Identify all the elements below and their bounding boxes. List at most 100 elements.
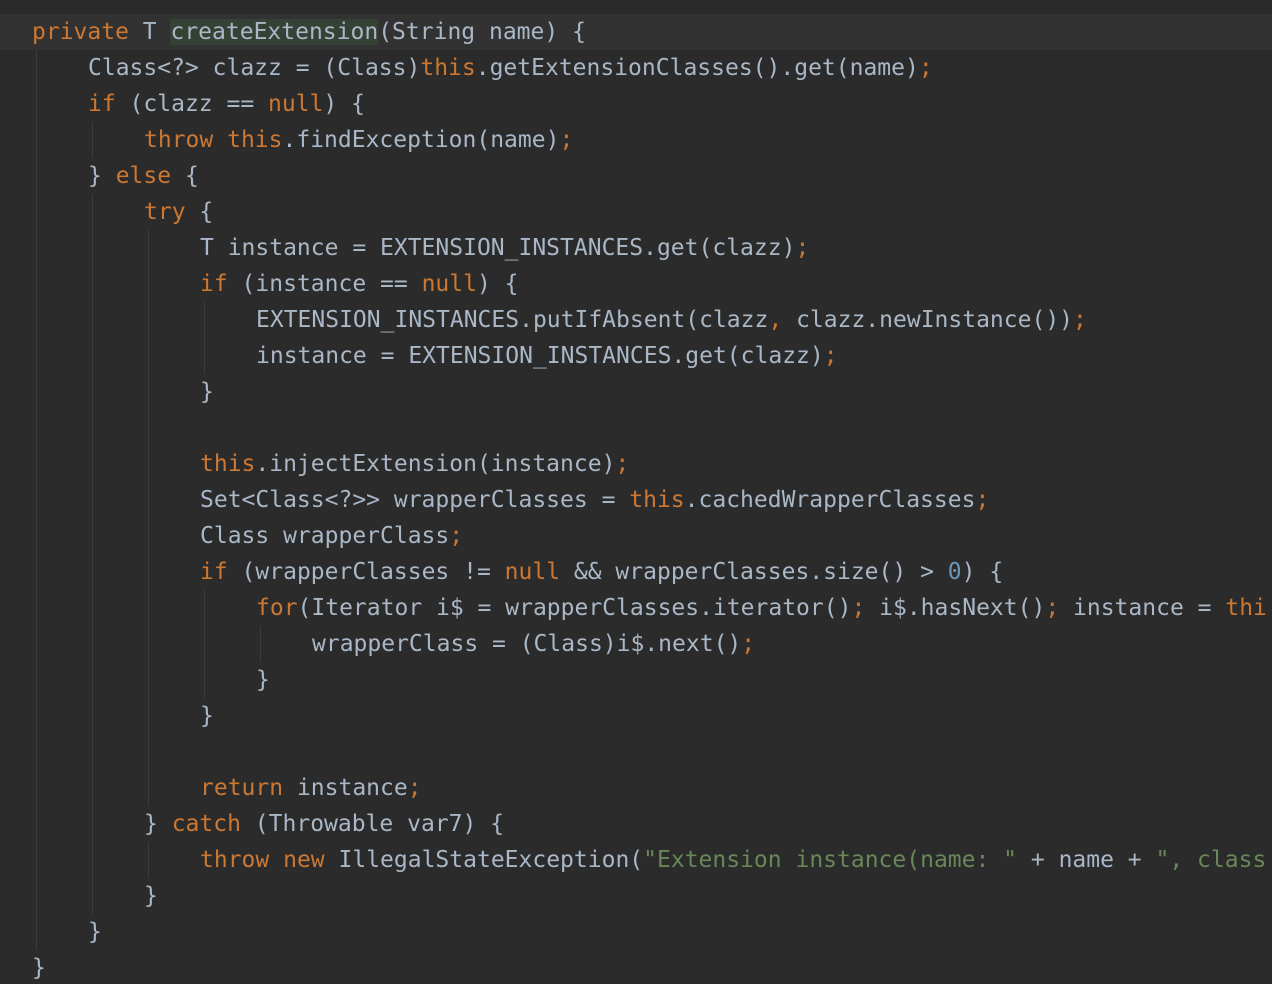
line-content: if (instance == null) { [200, 266, 519, 302]
code-line[interactable]: } [0, 662, 1272, 698]
code-token: 0 [947, 559, 962, 585]
code-token: { [171, 163, 199, 189]
indent-guide [36, 374, 37, 410]
indent-guide [36, 806, 37, 842]
indent-guide [36, 662, 37, 698]
line-content: } [200, 374, 214, 410]
indent-guide [36, 158, 37, 194]
code-line[interactable]: Set<Class<?>> wrapperClasses = this.cach… [0, 482, 1272, 518]
code-line[interactable]: } [0, 374, 1272, 410]
code-token: ; [741, 631, 756, 657]
line-content: Set<Class<?>> wrapperClasses = this.cach… [200, 482, 989, 518]
code-token: wrapperClass = (Class)i$.next() [312, 631, 742, 657]
code-token: (instance == [227, 271, 422, 297]
code-token: ) { [961, 559, 1004, 585]
code-token: Class wrapperClass [200, 523, 450, 549]
code-token: return [200, 775, 284, 801]
indent-guide [92, 122, 93, 158]
code-token: (clazz == [115, 91, 269, 117]
code-line[interactable]: } [0, 698, 1272, 734]
code-line[interactable] [0, 734, 1272, 770]
code-token: } [32, 955, 46, 981]
code-token: "Extension instance(name: " [643, 847, 1018, 873]
code-line[interactable]: try { [0, 194, 1272, 230]
indent-guide [36, 446, 37, 482]
code-token: thi [1225, 595, 1267, 621]
indent-guide [92, 770, 93, 806]
code-editor[interactable]: private T createExtension(String name) {… [0, 0, 1272, 984]
code-line[interactable] [0, 410, 1272, 446]
code-token: } [200, 379, 214, 405]
code-line[interactable]: return instance; [0, 770, 1272, 806]
code-line[interactable]: if (instance == null) { [0, 266, 1272, 302]
code-line[interactable]: } [0, 950, 1272, 984]
code-line[interactable]: } [0, 914, 1272, 950]
line-content: this.injectExtension(instance); [200, 446, 629, 482]
indent-guide [36, 914, 37, 950]
code-token: && wrapperClasses.size() > [560, 559, 948, 585]
line-content: wrapperClass = (Class)i$.next(); [312, 626, 755, 662]
indent-guide [148, 374, 149, 410]
code-line[interactable]: private T createExtension(String name) { [0, 14, 1272, 50]
indent-guide [148, 734, 149, 770]
code-token: } [144, 811, 172, 837]
indent-guide [36, 266, 37, 302]
indent-guide [92, 554, 93, 590]
indent-guide [92, 338, 93, 374]
code-line[interactable]: for(Iterator i$ = wrapperClasses.iterato… [0, 590, 1272, 626]
indent-guide [36, 734, 37, 770]
indent-guide [36, 770, 37, 806]
indent-guide [92, 626, 93, 662]
line-content: } [200, 698, 214, 734]
indent-guide [36, 230, 37, 266]
indent-guide [148, 518, 149, 554]
indent-guide [260, 626, 261, 662]
indent-guide [92, 806, 93, 842]
code-line[interactable]: this.injectExtension(instance); [0, 446, 1272, 482]
code-token: ; [918, 55, 933, 81]
code-line[interactable]: throw this.findException(name); [0, 122, 1272, 158]
line-content: return instance; [200, 770, 422, 806]
code-token: throw [200, 847, 270, 873]
code-token: null [504, 559, 561, 585]
code-line[interactable]: wrapperClass = (Class)i$.next(); [0, 626, 1272, 662]
code-area[interactable]: private T createExtension(String name) {… [0, 14, 1272, 984]
indent-guide [148, 230, 149, 266]
line-content: } catch (Throwable var7) { [144, 806, 504, 842]
code-line[interactable]: Class<?> clazz = (Class)this.getExtensio… [0, 50, 1272, 86]
indent-guide [148, 482, 149, 518]
code-line[interactable]: } [0, 878, 1272, 914]
code-token: clazz.newInstance()) [782, 307, 1074, 333]
code-token: if [200, 271, 228, 297]
code-line[interactable]: if (clazz == null) { [0, 86, 1272, 122]
code-line[interactable]: throw new IllegalStateException("Extensi… [0, 842, 1272, 878]
line-content: EXTENSION_INSTANCES.putIfAbsent(clazz, c… [256, 302, 1087, 338]
indent-guide [148, 770, 149, 806]
code-token: else [115, 163, 172, 189]
indent-guide [92, 446, 93, 482]
code-line[interactable]: instance = EXTENSION_INSTANCES.get(clazz… [0, 338, 1272, 374]
indent-guide [92, 230, 93, 266]
code-token: Class<?> clazz = (Class) [88, 55, 421, 81]
indent-guide [92, 266, 93, 302]
indent-guide [36, 86, 37, 122]
code-line[interactable]: if (wrapperClasses != null && wrapperCla… [0, 554, 1272, 590]
code-line[interactable]: } else { [0, 158, 1272, 194]
line-content: if (clazz == null) { [88, 86, 365, 122]
code-token: this [629, 487, 685, 513]
code-line[interactable]: } catch (Throwable var7) { [0, 806, 1272, 842]
code-token: if [88, 91, 116, 117]
code-token: } [144, 883, 158, 909]
code-token: Set<Class<?>> wrapperClasses = [200, 487, 630, 513]
code-line[interactable]: Class wrapperClass; [0, 518, 1272, 554]
indent-guide [148, 842, 149, 878]
code-token: ; [615, 451, 630, 477]
indent-guide [36, 590, 37, 626]
code-token: ; [407, 775, 422, 801]
code-line[interactable]: EXTENSION_INSTANCES.putIfAbsent(clazz, c… [0, 302, 1272, 338]
indent-guide [148, 266, 149, 302]
code-token: ; [851, 595, 866, 621]
code-token: ; [1073, 307, 1087, 333]
code-line[interactable]: T instance = EXTENSION_INSTANCES.get(cla… [0, 230, 1272, 266]
